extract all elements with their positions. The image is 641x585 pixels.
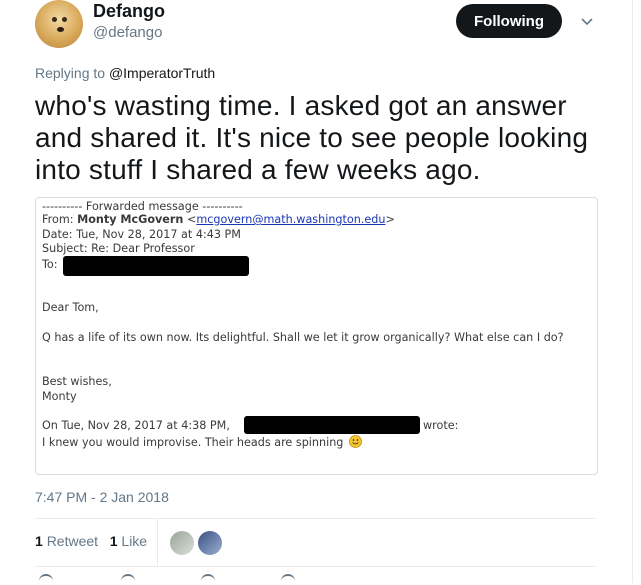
redaction-bar: [63, 256, 249, 276]
email-date-line: Date: Tue, Nov 28, 2017 at 4:43 PM: [42, 228, 241, 241]
email-from-line: From: Monty McGovern <mcgovern@math.wash…: [42, 213, 395, 226]
avatar-nose: [57, 27, 64, 32]
stats-divider: [157, 519, 158, 566]
liker-avatar[interactable]: [198, 531, 222, 555]
following-button[interactable]: Following: [456, 4, 562, 38]
email-forward-header: ---------- Forwarded message ----------: [42, 200, 243, 213]
author-handle[interactable]: @defango: [93, 23, 162, 43]
email-screenshot-image[interactable]: ---------- Forwarded message ---------- …: [35, 197, 598, 475]
email-from-address: mcgovern@math.washington.edu: [196, 213, 386, 226]
email-to-label: To:: [42, 258, 58, 271]
email-subject-line: Subject: Re: Dear Professor: [42, 242, 195, 255]
retweets-count: 1: [35, 533, 43, 549]
divider: [35, 566, 596, 567]
email-quote-suffix: wrote:: [423, 419, 459, 432]
email-signoff: Best wishes,: [42, 375, 112, 388]
retweets-label: Retweet: [46, 533, 99, 549]
reply-icon[interactable]: [39, 574, 53, 585]
tweet-text: who's wasting time. I asked got an answe…: [35, 90, 589, 185]
email-quote-prefix: On Tue, Nov 28, 2017 at 4:38 PM,: [42, 419, 230, 432]
tweet-stats: 1 Retweet 1 Like: [35, 533, 147, 549]
column-divider: [632, 0, 633, 583]
divider: [35, 518, 596, 519]
reply-context: Replying to @ImperatorTruth: [35, 65, 215, 81]
chevron-down-icon[interactable]: [578, 12, 596, 30]
email-from-label: From:: [42, 213, 74, 226]
avatar-eye: [52, 17, 57, 22]
tweet-timestamp[interactable]: 7:47 PM - 2 Jan 2018: [35, 489, 169, 505]
retweet-icon[interactable]: [121, 574, 135, 585]
email-quote-line: I knew you would improvise. Their heads …: [42, 435, 362, 451]
likes-count: 1: [109, 533, 118, 549]
author-name[interactable]: Defango: [93, 0, 165, 22]
likes-label: Like: [121, 533, 148, 549]
email-from-name: Monty McGovern: [77, 213, 184, 226]
email-quote-text: I knew you would improvise. Their heads …: [42, 436, 344, 449]
email-signature: Monty: [42, 390, 77, 403]
redaction-bar: [244, 416, 420, 434]
smiley-emoji-icon: [349, 435, 362, 451]
likes-stat[interactable]: 1 Like: [110, 533, 147, 549]
reply-mention-link[interactable]: @ImperatorTruth: [109, 65, 215, 81]
tweet-actions: [35, 574, 335, 583]
email-greeting: Dear Tom,: [42, 301, 99, 314]
avatar-eye: [62, 17, 67, 22]
tweet-header: Defango @defango Following: [0, 0, 641, 60]
email-body: Q has a life of its own now. Its delight…: [42, 331, 564, 344]
retweets-stat[interactable]: 1 Retweet: [35, 533, 98, 549]
liker-avatar[interactable]: [170, 531, 194, 555]
dm-icon[interactable]: [281, 574, 295, 585]
reply-prefix: Replying to: [35, 65, 106, 81]
author-avatar[interactable]: [35, 0, 83, 48]
like-icon[interactable]: [201, 574, 215, 585]
